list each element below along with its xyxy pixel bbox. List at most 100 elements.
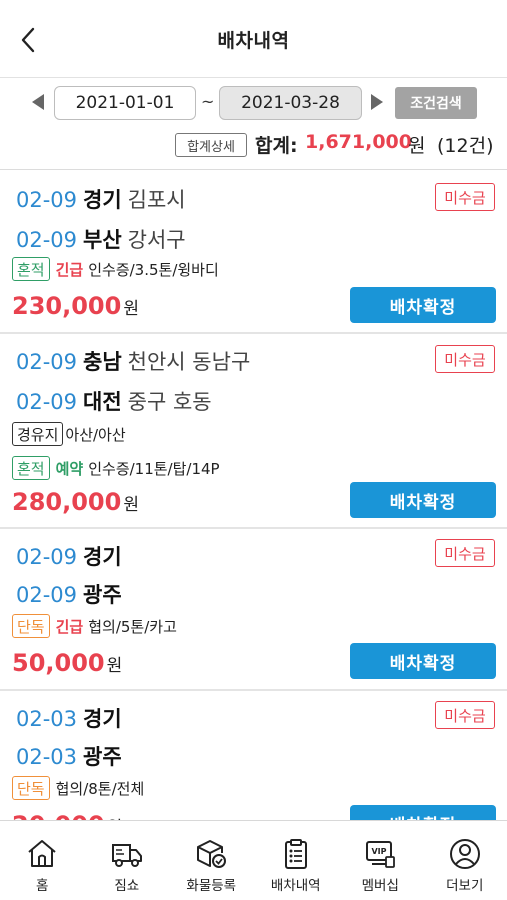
price-value: 280,000: [12, 488, 122, 516]
price-value: 50,000: [12, 649, 105, 677]
dispatch-card[interactable]: 02-09 경기 미수금 02-09 광주 단독 긴급 협의/5톤/카고 50,00…: [0, 529, 507, 691]
app-header: 배차내역: [0, 0, 507, 78]
dropoff-city: 강서구: [127, 228, 186, 252]
price-value: 20,000: [12, 811, 105, 820]
tab-label: 짐쇼: [114, 878, 140, 894]
pickup-region: 충남: [83, 350, 122, 374]
date-filter-bar: 2021-01-01 ~ 2021-03-28 조건검색 합계상세 합계: 1,…: [0, 78, 507, 170]
dropoff-date: 02-03: [16, 745, 78, 769]
pickup-date: 02-09: [16, 350, 78, 374]
pickup-row: 02-09 경기: [16, 541, 128, 571]
cargo-detail: 인수증/11톤/탑/14P: [88, 459, 220, 478]
dropoff-row: 02-09 광주: [16, 579, 128, 609]
pickup-city: 김포시: [127, 188, 186, 212]
dispatch-card[interactable]: 02-03경기 미수금 02-03광주 단독 협의/8톤/전체 20,000원 …: [0, 691, 507, 820]
cargo-info-row: 혼적 긴급 인수증/3.5톤/윙바디: [12, 257, 219, 281]
tab-cargo-register[interactable]: 화물등록: [169, 821, 254, 900]
urgent-label: 긴급: [55, 617, 84, 636]
total-count: (12건): [437, 135, 494, 157]
dropoff-region: 대전: [83, 390, 122, 414]
pickup-row: 02-09 충남 천안시 동남구: [16, 346, 250, 376]
cargo-info-row: 단독 긴급 협의/5톤/카고: [12, 614, 177, 638]
urgent-label: 긴급: [55, 260, 84, 279]
cargo-detail: 협의/5톤/카고: [88, 617, 177, 636]
prev-period-arrow-icon[interactable]: [32, 94, 44, 110]
dispatch-list[interactable]: 02-09 경기 김포시 미수금 02-09 부산 강서구 혼적 긴급 인수증/3.5톤…: [0, 170, 507, 820]
vip-card-icon: VIP: [366, 841, 396, 868]
solo-load-tag: 단독: [12, 776, 50, 800]
tab-label: 홈: [36, 878, 49, 894]
via-row: 경유지 아산/아산: [12, 422, 126, 446]
bottom-tab-bar: 홈 짐쇼 화물등록 배차내역 VIP 멤버십 더보기: [0, 820, 507, 900]
dropoff-region: 부산: [83, 228, 122, 252]
home-icon: [28, 840, 56, 867]
pickup-region: 경기: [83, 188, 122, 212]
price-value: 230,000: [12, 292, 122, 320]
tab-dispatch-history[interactable]: 배차내역: [254, 821, 339, 900]
pickup-date: 02-09: [16, 188, 78, 212]
tab-home[interactable]: 홈: [0, 821, 85, 900]
mixed-load-tag: 혼적: [12, 257, 50, 281]
dispatch-card[interactable]: 02-09 경기 김포시 미수금 02-09 부산 강서구 혼적 긴급 인수증/3.5톤…: [0, 170, 507, 334]
dropoff-row: 02-03 광주: [16, 741, 128, 771]
clipboard-list-icon: [284, 839, 307, 869]
user-more-icon: [449, 839, 480, 869]
dropoff-date: 02-09: [16, 390, 78, 414]
end-date-field[interactable]: 2021-03-28: [219, 86, 362, 120]
search-button[interactable]: 조건검색: [395, 87, 477, 119]
dropoff-city: 중구 호동: [127, 390, 212, 414]
tab-membership[interactable]: VIP 멤버십: [338, 821, 423, 900]
start-date-field[interactable]: 2021-01-01: [54, 86, 196, 120]
mixed-load-tag: 혼적: [12, 456, 50, 480]
fare-price: 50,000 원: [12, 649, 122, 677]
dropoff-region: 광주: [83, 745, 122, 769]
tab-label: 더보기: [446, 878, 484, 894]
total-detail-button[interactable]: 합계상세: [175, 133, 247, 157]
dropoff-date: 02-09: [16, 228, 78, 252]
solo-load-tag: 단독: [12, 614, 50, 638]
dropoff-date: 02-09: [16, 583, 78, 607]
unpaid-badge: 미수금: [435, 345, 495, 373]
tab-label: 배차내역: [270, 878, 321, 894]
confirm-dispatch-button[interactable]: 배차확정: [350, 805, 496, 820]
tab-label: 화물등록: [186, 878, 237, 894]
next-period-arrow-icon[interactable]: [371, 94, 383, 110]
box-register-icon: [197, 840, 227, 868]
cargo-detail: 협의/8톤/전체: [55, 779, 145, 798]
page-title: 배차내역: [217, 30, 290, 52]
cargo-detail: 인수증/3.5톤/윙바디: [88, 260, 219, 279]
pickup-row: 02-09 경기 김포시: [16, 184, 186, 214]
truck-icon: [111, 844, 142, 867]
pickup-region: 경기: [83, 545, 122, 569]
confirm-dispatch-button[interactable]: 배차확정: [350, 643, 496, 679]
dropoff-region: 광주: [83, 583, 122, 607]
dropoff-row: 02-09 대전 중구 호동: [16, 386, 212, 416]
pickup-region: 경기: [83, 707, 122, 731]
cargo-info-row: 혼적 예약 인수증/11톤/탑/14P: [12, 456, 220, 480]
pickup-date: 02-09: [16, 545, 78, 569]
via-tag: 경유지: [12, 422, 64, 446]
fare-price: 280,000 원: [12, 488, 139, 516]
pickup-city: 천안시 동남구: [127, 350, 251, 374]
pickup-row: 02-03 경기: [16, 703, 128, 733]
price-unit: 원: [106, 656, 123, 676]
pickup-date: 02-03: [16, 707, 78, 731]
total-unit: 원: [408, 135, 426, 157]
unpaid-badge: 미수금: [435, 701, 495, 729]
tab-label: 멤버십: [361, 878, 399, 894]
date-separator: ~: [201, 92, 215, 111]
confirm-dispatch-button[interactable]: 배차확정: [350, 482, 496, 518]
tab-more[interactable]: 더보기: [423, 821, 507, 900]
price-unit: 원: [123, 495, 139, 515]
dropoff-row: 02-09 부산 강서구: [16, 224, 186, 254]
unpaid-badge: 미수금: [435, 183, 495, 211]
tab-cargo-show[interactable]: 짐쇼: [85, 821, 170, 900]
price-unit: 원: [123, 299, 139, 319]
dispatch-card[interactable]: 02-09 충남 천안시 동남구 미수금 02-09 대전 중구 호동 경유지 아산/아…: [0, 334, 507, 529]
cargo-info-row: 단독 협의/8톤/전체: [12, 776, 144, 800]
svg-text:VIP: VIP: [372, 847, 387, 856]
fare-price: 230,000 원: [12, 292, 139, 320]
unpaid-badge: 미수금: [435, 539, 495, 567]
confirm-dispatch-button[interactable]: 배차확정: [350, 287, 496, 323]
reservation-label: 예약: [55, 459, 84, 478]
